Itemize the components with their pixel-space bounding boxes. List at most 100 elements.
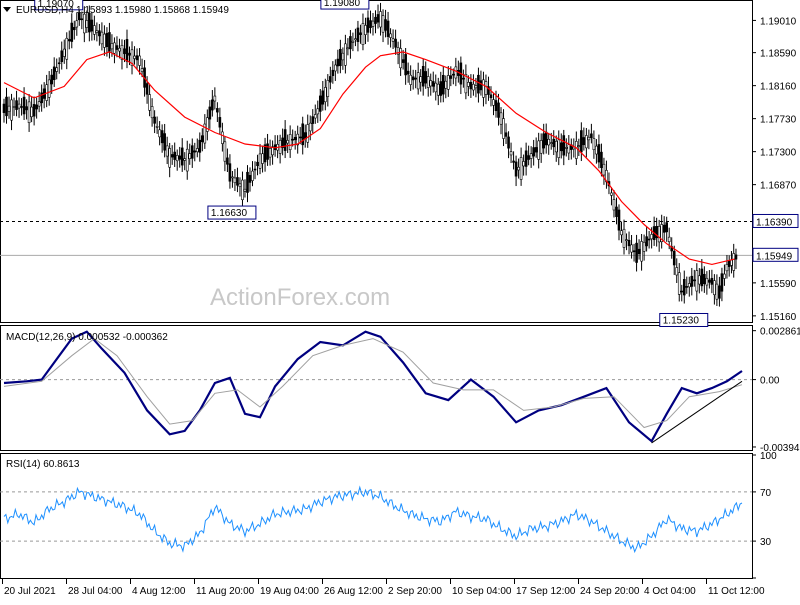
candle-body [170, 154, 174, 158]
candle-body [462, 77, 465, 80]
candle-body [316, 108, 320, 115]
candle-body [434, 82, 438, 93]
candle-body [587, 136, 591, 141]
candle-body [662, 224, 666, 233]
candle-body [554, 140, 558, 153]
candle-body [401, 59, 405, 63]
hilo-label-2: 1.19080 [324, 0, 361, 9]
candle-body [27, 101, 31, 123]
candle-body [542, 133, 545, 149]
candle-body [165, 145, 169, 157]
candle-body [286, 140, 289, 144]
candle-body [527, 155, 530, 160]
candle-body [15, 100, 18, 110]
candle-body [514, 161, 518, 177]
candle-body [494, 100, 498, 112]
candle-body [17, 103, 21, 109]
candle-body [640, 241, 643, 262]
candle-body [665, 222, 668, 233]
candle-body [12, 106, 16, 108]
candle-body [625, 239, 628, 241]
candle-body [384, 19, 387, 31]
candle-body [732, 253, 736, 271]
candle-body [231, 176, 234, 179]
x-tick-label-8: 10 Sep 04:00 [452, 586, 512, 597]
candle-body [369, 20, 372, 29]
candle-body [698, 275, 701, 285]
candle-body [489, 94, 493, 99]
hilo-label-3: 1.16630 [211, 208, 248, 219]
candle-body [216, 108, 219, 113]
candle-body [559, 142, 563, 152]
candle-body [311, 116, 315, 124]
candle-body [80, 18, 84, 21]
candle-body [708, 279, 711, 283]
candle-body [7, 105, 11, 112]
candle-body [612, 199, 616, 211]
candle-body [537, 140, 540, 160]
candle-body [557, 139, 561, 158]
candle-body [133, 55, 136, 59]
candle-body [642, 241, 646, 252]
candle-body [47, 79, 51, 98]
candle-body [454, 66, 458, 79]
candle-body [246, 171, 249, 193]
candle-body [233, 177, 237, 184]
candle-body [647, 238, 651, 241]
candle-body [30, 106, 33, 118]
candle-body [379, 11, 382, 28]
candle-body [592, 138, 596, 151]
candle-body [391, 38, 395, 42]
rsi-tick-label-1: 100 [760, 451, 777, 462]
candle-body [100, 31, 104, 45]
candle-body [72, 27, 76, 31]
candle-body [108, 32, 111, 52]
candle-body [710, 277, 714, 285]
candle-body [145, 83, 149, 95]
candle-body [148, 94, 151, 111]
candle-body [20, 106, 23, 108]
x-tick-label-6: 26 Aug 12:00 [324, 586, 383, 597]
candle-body [211, 99, 214, 111]
candle-body [291, 138, 294, 141]
rsi-panel [0, 453, 753, 579]
candle-body [67, 39, 71, 42]
candle-body [318, 95, 322, 112]
candle-body [110, 43, 114, 50]
candle-body [416, 72, 420, 90]
x-tick-label-5: 19 Aug 04:00 [260, 586, 319, 597]
candle-body [288, 134, 292, 151]
candle-body [140, 68, 144, 72]
candle-body [251, 170, 254, 181]
candle-body [376, 14, 380, 23]
candle-body [534, 147, 538, 153]
macd-title: MACD(12,26,9) 0.000532 -0.000362 [6, 332, 168, 343]
candle-body [439, 81, 443, 96]
candle-body [552, 138, 556, 148]
candle-body [695, 270, 699, 292]
x-tick-label-3: 4 Aug 12:00 [132, 586, 186, 597]
candle-body [115, 45, 119, 50]
candle-body [431, 81, 435, 87]
candle-body [567, 144, 571, 154]
candle-body [125, 39, 129, 62]
candle-body [467, 82, 470, 87]
candle-body [188, 153, 192, 159]
candle-body [381, 15, 385, 33]
candle-body [341, 52, 345, 61]
candle-body [386, 20, 390, 37]
candle-body [366, 17, 370, 33]
candle-body [354, 38, 357, 41]
candle-body [10, 99, 13, 121]
candle-body [517, 166, 520, 171]
candle-body [241, 179, 244, 201]
candle-body [190, 145, 194, 159]
candle-body [160, 130, 164, 144]
candle-body [93, 25, 96, 35]
candle-body [103, 33, 106, 48]
price-tick-label-1: 1.19010 [760, 16, 797, 27]
candle-body [236, 177, 239, 186]
candle-body [595, 145, 598, 155]
x-tick-label-10: 24 Sep 20:00 [580, 586, 640, 597]
candle-body [25, 106, 28, 111]
